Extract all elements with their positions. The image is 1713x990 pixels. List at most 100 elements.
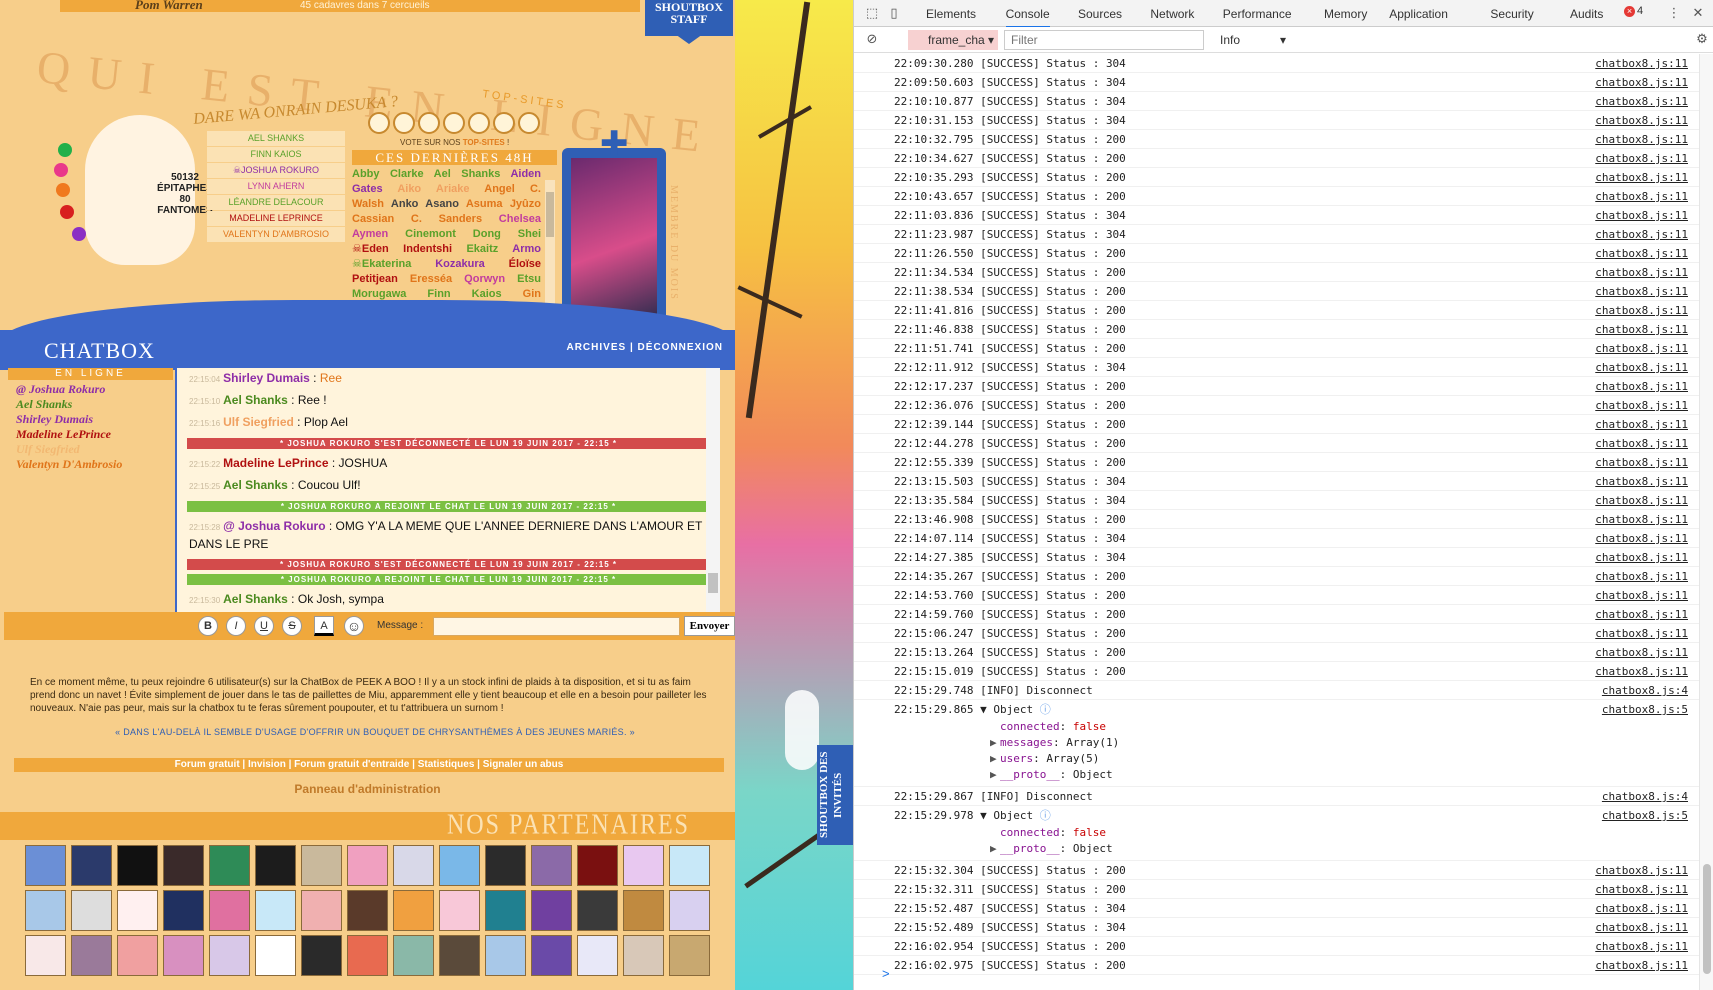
recent-member-link[interactable]: Abby Clarke: [352, 168, 424, 180]
log-source-link[interactable]: chatbox8.js:11: [1595, 358, 1688, 377]
tab-security[interactable]: Security: [1490, 7, 1533, 21]
partner-banner[interactable]: [117, 935, 158, 976]
member-item[interactable]: VALENTYN D'AMBROSIO: [207, 227, 345, 242]
recent-member-link[interactable]: Aiko: [397, 183, 421, 195]
log-source-link[interactable]: chatbox8.js:11: [1595, 605, 1688, 624]
recent-member-link[interactable]: Finn: [427, 288, 450, 300]
log-source-link[interactable]: chatbox8.js:11: [1595, 187, 1688, 206]
admin-panel-link[interactable]: Panneau d'administration: [0, 782, 735, 796]
partner-banner[interactable]: [117, 890, 158, 931]
more-options-icon[interactable]: ⋮: [1666, 5, 1682, 21]
info-icon[interactable]: ⓘ: [1033, 703, 1051, 716]
log-source-link[interactable]: chatbox8.js:11: [1595, 491, 1688, 510]
partner-banner[interactable]: [301, 890, 342, 931]
partner-banner[interactable]: [531, 935, 572, 976]
partner-banner[interactable]: [623, 890, 664, 931]
partner-banner[interactable]: [531, 845, 572, 886]
recent-member-link[interactable]: Cinemont: [405, 228, 456, 240]
gear-icon[interactable]: ⚙: [1694, 31, 1710, 47]
log-source-link[interactable]: chatbox8.js:11: [1595, 282, 1688, 301]
hamster-icon[interactable]: [393, 112, 415, 134]
partner-banner[interactable]: [485, 845, 526, 886]
send-button[interactable]: Envoyer: [684, 616, 735, 636]
tab-elements[interactable]: Elements: [926, 7, 976, 21]
chat-log[interactable]: 22:15:04 Shirley Dumais : Ree 22:15:10 Ael …: [175, 368, 720, 612]
log-source-link[interactable]: chatbox8.js:11: [1595, 880, 1688, 899]
partner-banner[interactable]: [347, 845, 388, 886]
partner-banner[interactable]: [439, 935, 480, 976]
recent-member-link[interactable]: Eresséa: [410, 273, 452, 285]
console-filter-input[interactable]: [1004, 30, 1204, 50]
log-source-link[interactable]: chatbox8.js:11: [1595, 54, 1688, 73]
partner-banner[interactable]: [347, 890, 388, 931]
member-item[interactable]: LÉANDRE DELACOUR: [207, 195, 345, 210]
log-source-link[interactable]: chatbox8.js:11: [1595, 339, 1688, 358]
partner-banner[interactable]: [209, 890, 250, 931]
underline-button[interactable]: U: [254, 616, 274, 636]
tab-application[interactable]: Application: [1389, 7, 1448, 21]
log-source-link[interactable]: chatbox8.js:11: [1595, 263, 1688, 282]
log-source-link[interactable]: chatbox8.js:11: [1595, 861, 1688, 880]
partner-banner[interactable]: [255, 890, 296, 931]
log-object[interactable]: ▼ Object ⓘ: [980, 809, 1051, 822]
partner-banner[interactable]: [163, 890, 204, 931]
log-source-link[interactable]: chatbox8.js:5: [1602, 700, 1688, 719]
partner-banner[interactable]: [577, 890, 618, 931]
object-property[interactable]: connected: false: [854, 719, 1700, 735]
partner-banner[interactable]: [209, 935, 250, 976]
log-source-link[interactable]: chatbox8.js:11: [1595, 244, 1688, 263]
recent-member-link[interactable]: Indentshi: [403, 243, 452, 255]
hamster-icon[interactable]: [368, 112, 390, 134]
hamster-icon[interactable]: [468, 112, 490, 134]
partner-banner[interactable]: [393, 845, 434, 886]
top-user-link[interactable]: Pom Warren: [135, 0, 203, 13]
message-author[interactable]: Ulf Siegfried: [223, 415, 294, 429]
partner-banner[interactable]: [117, 845, 158, 886]
info-icon[interactable]: ⓘ: [1033, 809, 1051, 822]
tab-sources[interactable]: Sources: [1078, 7, 1122, 21]
tab-network[interactable]: Network: [1150, 7, 1194, 21]
partner-banner[interactable]: [209, 845, 250, 886]
partner-banner[interactable]: [393, 890, 434, 931]
strike-button[interactable]: S: [282, 616, 302, 636]
partner-banner[interactable]: [71, 890, 112, 931]
tab-memory[interactable]: Memory: [1324, 7, 1367, 21]
member-of-month[interactable]: ✚: [562, 125, 666, 330]
log-source-link[interactable]: chatbox8.js:11: [1595, 529, 1688, 548]
recent-member-link[interactable]: Ariake: [436, 183, 470, 195]
recent-member-link[interactable]: Kaios: [472, 288, 502, 300]
partner-banner[interactable]: [163, 845, 204, 886]
log-source-link[interactable]: chatbox8.js:11: [1595, 453, 1688, 472]
log-source-link[interactable]: chatbox8.js:4: [1602, 787, 1688, 806]
log-object[interactable]: ▼ Object ⓘ: [980, 703, 1051, 716]
log-source-link[interactable]: chatbox8.js:11: [1595, 111, 1688, 130]
partner-banner[interactable]: [255, 845, 296, 886]
log-source-link[interactable]: chatbox8.js:11: [1595, 956, 1688, 975]
log-source-link[interactable]: chatbox8.js:11: [1595, 624, 1688, 643]
partner-banner[interactable]: [577, 935, 618, 976]
device-toggle-icon[interactable]: ▯: [886, 5, 902, 21]
partner-banner[interactable]: [623, 935, 664, 976]
chat-scrollbar[interactable]: [706, 368, 720, 612]
member-item[interactable]: LYNN AHERN: [207, 179, 345, 194]
footer-link[interactable]: Forum gratuit d'entraide: [294, 759, 409, 770]
hamster-icon[interactable]: [493, 112, 515, 134]
log-source-link[interactable]: chatbox8.js:11: [1595, 225, 1688, 244]
partner-banner[interactable]: [71, 935, 112, 976]
log-source-link[interactable]: chatbox8.js:11: [1595, 434, 1688, 453]
tab-console[interactable]: Console: [1005, 7, 1050, 28]
log-source-link[interactable]: chatbox8.js:11: [1595, 92, 1688, 111]
expand-triangle-icon[interactable]: ▼: [980, 809, 993, 822]
partner-banner[interactable]: [669, 935, 710, 976]
partner-banner[interactable]: [71, 845, 112, 886]
recent-member-link[interactable]: Armo: [512, 243, 541, 255]
partner-banner[interactable]: [25, 890, 66, 931]
log-source-link[interactable]: chatbox8.js:11: [1595, 320, 1688, 339]
log-level-select[interactable]: Info ▾: [1214, 30, 1294, 50]
hamster-icon[interactable]: [418, 112, 440, 134]
recent-member-link[interactable]: ☠Ekaterina: [352, 258, 411, 270]
footer-link[interactable]: Signaler un abus: [483, 759, 564, 770]
online-user[interactable]: @ Joshua Rokuro: [8, 382, 173, 397]
recent-member-link[interactable]: Asuma Jyûzo: [466, 198, 541, 210]
online-user[interactable]: Valentyn D'Ambrosio: [8, 457, 173, 472]
